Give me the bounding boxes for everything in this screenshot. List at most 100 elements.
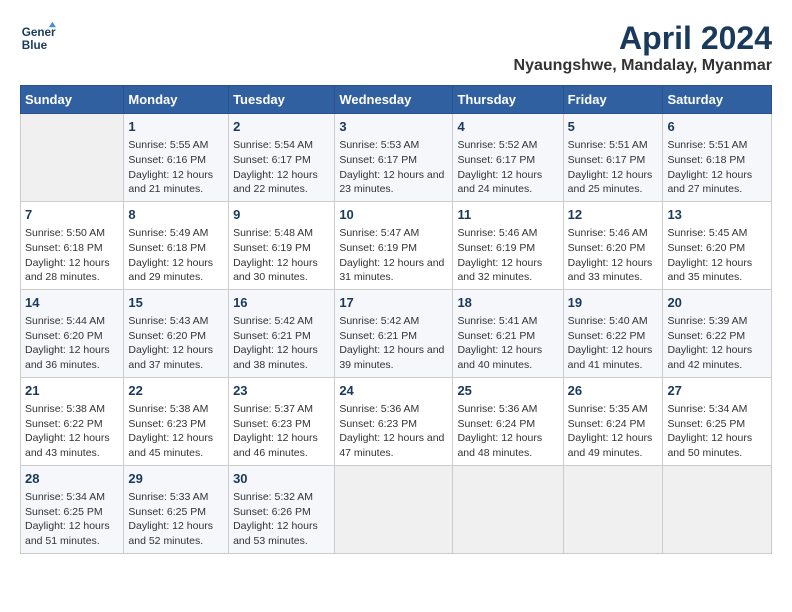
logo-icon: General Blue bbox=[20, 20, 56, 56]
day-number: 26 bbox=[568, 382, 659, 400]
day-info: Sunrise: 5:39 AMSunset: 6:22 PMDaylight:… bbox=[667, 314, 767, 373]
calendar-cell: 17 Sunrise: 5:42 AMSunset: 6:21 PMDayligh… bbox=[335, 289, 453, 377]
day-info: Sunrise: 5:43 AMSunset: 6:20 PMDaylight:… bbox=[128, 314, 224, 373]
calendar-cell: 19 Sunrise: 5:40 AMSunset: 6:22 PMDayligh… bbox=[563, 289, 663, 377]
weekday-header-tuesday: Tuesday bbox=[229, 86, 335, 114]
day-number: 2 bbox=[233, 118, 330, 136]
calendar-table: SundayMondayTuesdayWednesdayThursdayFrid… bbox=[20, 85, 772, 554]
month-title: April 2024 bbox=[514, 20, 772, 57]
day-info: Sunrise: 5:46 AMSunset: 6:19 PMDaylight:… bbox=[457, 226, 558, 285]
day-number: 21 bbox=[25, 382, 119, 400]
day-number: 16 bbox=[233, 294, 330, 312]
calendar-cell: 15 Sunrise: 5:43 AMSunset: 6:20 PMDayligh… bbox=[124, 289, 229, 377]
day-number: 12 bbox=[568, 206, 659, 224]
day-info: Sunrise: 5:34 AMSunset: 6:25 PMDaylight:… bbox=[25, 490, 119, 549]
day-info: Sunrise: 5:51 AMSunset: 6:18 PMDaylight:… bbox=[667, 138, 767, 197]
page-header: General Blue April 2024 Nyaungshwe, Mand… bbox=[20, 20, 772, 75]
day-number: 22 bbox=[128, 382, 224, 400]
calendar-cell: 29 Sunrise: 5:33 AMSunset: 6:25 PMDayligh… bbox=[124, 465, 229, 553]
calendar-cell bbox=[563, 465, 663, 553]
day-info: Sunrise: 5:49 AMSunset: 6:18 PMDaylight:… bbox=[128, 226, 224, 285]
day-number: 28 bbox=[25, 470, 119, 488]
calendar-cell: 5Sunrise: 5:51 AMSunset: 6:17 PMDaylight… bbox=[563, 114, 663, 202]
day-info: Sunrise: 5:33 AMSunset: 6:25 PMDaylight:… bbox=[128, 490, 224, 549]
day-info: Sunrise: 5:38 AMSunset: 6:22 PMDaylight:… bbox=[25, 402, 119, 461]
weekday-header-saturday: Saturday bbox=[663, 86, 772, 114]
day-number: 23 bbox=[233, 382, 330, 400]
day-info: Sunrise: 5:41 AMSunset: 6:21 PMDaylight:… bbox=[457, 314, 558, 373]
day-number: 27 bbox=[667, 382, 767, 400]
week-row-3: 14 Sunrise: 5:44 AMSunset: 6:20 PMDayligh… bbox=[21, 289, 772, 377]
day-info: Sunrise: 5:47 AMSunset: 6:19 PMDaylight:… bbox=[339, 226, 448, 285]
svg-text:General: General bbox=[22, 26, 56, 39]
day-info: Sunrise: 5:48 AMSunset: 6:19 PMDaylight:… bbox=[233, 226, 330, 285]
calendar-cell: 16 Sunrise: 5:42 AMSunset: 6:21 PMDayligh… bbox=[229, 289, 335, 377]
day-info: Sunrise: 5:35 AMSunset: 6:24 PMDaylight:… bbox=[568, 402, 659, 461]
day-info: Sunrise: 5:50 AMSunset: 6:18 PMDaylight:… bbox=[25, 226, 119, 285]
calendar-cell: 20 Sunrise: 5:39 AMSunset: 6:22 PMDayligh… bbox=[663, 289, 772, 377]
day-info: Sunrise: 5:36 AMSunset: 6:24 PMDaylight:… bbox=[457, 402, 558, 461]
calendar-cell: 21 Sunrise: 5:38 AMSunset: 6:22 PMDayligh… bbox=[21, 377, 124, 465]
calendar-cell: 25 Sunrise: 5:36 AMSunset: 6:24 PMDayligh… bbox=[453, 377, 563, 465]
day-info: Sunrise: 5:42 AMSunset: 6:21 PMDaylight:… bbox=[339, 314, 448, 373]
day-number: 10 bbox=[339, 206, 448, 224]
calendar-cell: 11 Sunrise: 5:46 AMSunset: 6:19 PMDayligh… bbox=[453, 201, 563, 289]
calendar-cell: 6 Sunrise: 5:51 AMSunset: 6:18 PMDaylight… bbox=[663, 114, 772, 202]
svg-text:Blue: Blue bbox=[22, 39, 48, 52]
calendar-cell bbox=[21, 114, 124, 202]
week-row-1: 1Sunrise: 5:55 AMSunset: 6:16 PMDaylight… bbox=[21, 114, 772, 202]
calendar-cell: 9Sunrise: 5:48 AMSunset: 6:19 PMDaylight… bbox=[229, 201, 335, 289]
weekday-header-monday: Monday bbox=[124, 86, 229, 114]
day-number: 8 bbox=[128, 206, 224, 224]
day-info: Sunrise: 5:38 AMSunset: 6:23 PMDaylight:… bbox=[128, 402, 224, 461]
day-number: 1 bbox=[128, 118, 224, 136]
day-info: Sunrise: 5:52 AMSunset: 6:17 PMDaylight:… bbox=[457, 138, 558, 197]
calendar-cell: 4 Sunrise: 5:52 AMSunset: 6:17 PMDaylight… bbox=[453, 114, 563, 202]
week-row-5: 28 Sunrise: 5:34 AMSunset: 6:25 PMDayligh… bbox=[21, 465, 772, 553]
day-number: 19 bbox=[568, 294, 659, 312]
day-info: Sunrise: 5:53 AMSunset: 6:17 PMDaylight:… bbox=[339, 138, 448, 197]
day-number: 6 bbox=[667, 118, 767, 136]
day-number: 7 bbox=[25, 206, 119, 224]
day-number: 24 bbox=[339, 382, 448, 400]
calendar-cell bbox=[335, 465, 453, 553]
calendar-cell: 3 Sunrise: 5:53 AMSunset: 6:17 PMDaylight… bbox=[335, 114, 453, 202]
calendar-cell: 28 Sunrise: 5:34 AMSunset: 6:25 PMDayligh… bbox=[21, 465, 124, 553]
day-info: Sunrise: 5:37 AMSunset: 6:23 PMDaylight:… bbox=[233, 402, 330, 461]
day-number: 17 bbox=[339, 294, 448, 312]
calendar-cell: 14 Sunrise: 5:44 AMSunset: 6:20 PMDayligh… bbox=[21, 289, 124, 377]
calendar-cell: 22 Sunrise: 5:38 AMSunset: 6:23 PMDayligh… bbox=[124, 377, 229, 465]
day-number: 20 bbox=[667, 294, 767, 312]
day-number: 3 bbox=[339, 118, 448, 136]
day-info: Sunrise: 5:34 AMSunset: 6:25 PMDaylight:… bbox=[667, 402, 767, 461]
day-number: 14 bbox=[25, 294, 119, 312]
day-number: 4 bbox=[457, 118, 558, 136]
calendar-cell: 27 Sunrise: 5:34 AMSunset: 6:25 PMDayligh… bbox=[663, 377, 772, 465]
calendar-cell: 10 Sunrise: 5:47 AMSunset: 6:19 PMDayligh… bbox=[335, 201, 453, 289]
calendar-cell: 2 Sunrise: 5:54 AMSunset: 6:17 PMDaylight… bbox=[229, 114, 335, 202]
weekday-header-friday: Friday bbox=[563, 86, 663, 114]
day-info: Sunrise: 5:40 AMSunset: 6:22 PMDaylight:… bbox=[568, 314, 659, 373]
logo: General Blue bbox=[20, 20, 56, 56]
calendar-cell: 12 Sunrise: 5:46 AMSunset: 6:20 PMDayligh… bbox=[563, 201, 663, 289]
calendar-cell: 8 Sunrise: 5:49 AMSunset: 6:18 PMDaylight… bbox=[124, 201, 229, 289]
day-number: 29 bbox=[128, 470, 224, 488]
day-info: Sunrise: 5:36 AMSunset: 6:23 PMDaylight:… bbox=[339, 402, 448, 461]
calendar-cell: 23 Sunrise: 5:37 AMSunset: 6:23 PMDayligh… bbox=[229, 377, 335, 465]
day-number: 13 bbox=[667, 206, 767, 224]
calendar-cell: 18Sunrise: 5:41 AMSunset: 6:21 PMDayligh… bbox=[453, 289, 563, 377]
week-row-2: 7 Sunrise: 5:50 AMSunset: 6:18 PMDaylight… bbox=[21, 201, 772, 289]
weekday-header-thursday: Thursday bbox=[453, 86, 563, 114]
calendar-cell: 30Sunrise: 5:32 AMSunset: 6:26 PMDayligh… bbox=[229, 465, 335, 553]
weekday-header-sunday: Sunday bbox=[21, 86, 124, 114]
day-info: Sunrise: 5:54 AMSunset: 6:17 PMDaylight:… bbox=[233, 138, 330, 197]
day-info: Sunrise: 5:44 AMSunset: 6:20 PMDaylight:… bbox=[25, 314, 119, 373]
day-info: Sunrise: 5:42 AMSunset: 6:21 PMDaylight:… bbox=[233, 314, 330, 373]
day-number: 15 bbox=[128, 294, 224, 312]
day-info: Sunrise: 5:46 AMSunset: 6:20 PMDaylight:… bbox=[568, 226, 659, 285]
day-number: 11 bbox=[457, 206, 558, 224]
day-info: Sunrise: 5:45 AMSunset: 6:20 PMDaylight:… bbox=[667, 226, 767, 285]
day-number: 5 bbox=[568, 118, 659, 136]
day-number: 25 bbox=[457, 382, 558, 400]
title-area: April 2024 Nyaungshwe, Mandalay, Myanmar bbox=[514, 20, 772, 75]
